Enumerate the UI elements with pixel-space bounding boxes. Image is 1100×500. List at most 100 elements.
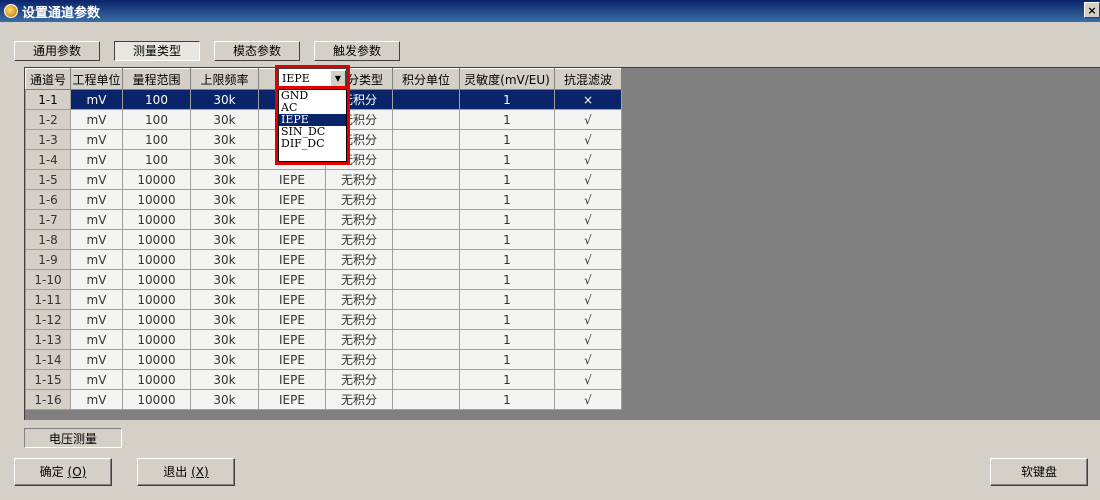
cell-anti-alias[interactable]: √ [554, 149, 622, 170]
cell-integral-type[interactable]: 无积分 [325, 209, 393, 230]
cell-range[interactable]: 10000 [122, 169, 191, 190]
cell-type[interactable]: IEPE [258, 289, 326, 310]
cell-integral-unit[interactable] [392, 189, 460, 210]
col-header-anti-alias[interactable]: 抗混滤波 [554, 68, 622, 90]
cell-sensitivity[interactable]: 1 [459, 389, 555, 410]
cell-range[interactable]: 100 [122, 109, 191, 130]
cell-freq[interactable]: 30k [190, 209, 259, 230]
cell-range[interactable]: 100 [122, 89, 191, 110]
cell-anti-alias[interactable]: √ [554, 209, 622, 230]
cell-anti-alias[interactable]: √ [554, 189, 622, 210]
col-header-sensitivity[interactable]: 灵敏度(mV/EU) [459, 68, 555, 90]
cell-integral-unit[interactable] [392, 129, 460, 150]
cell-sensitivity[interactable]: 1 [459, 209, 555, 230]
cell-integral-unit[interactable] [392, 269, 460, 290]
cell-freq[interactable]: 30k [190, 289, 259, 310]
col-header-range[interactable]: 量程范围 [122, 68, 191, 90]
cell-freq[interactable]: 30k [190, 269, 259, 290]
cell-sensitivity[interactable]: 1 [459, 309, 555, 330]
cell-sensitivity[interactable]: 1 [459, 269, 555, 290]
cell-type[interactable]: IEPE [258, 389, 326, 410]
cell-range[interactable]: 100 [122, 149, 191, 170]
cell-integral-unit[interactable] [392, 109, 460, 130]
cell-anti-alias[interactable]: √ [554, 169, 622, 190]
cell-unit[interactable]: mV [70, 249, 123, 270]
cell-integral-unit[interactable] [392, 89, 460, 110]
cell-anti-alias[interactable]: × [554, 89, 622, 110]
cell-integral-type[interactable]: 无积分 [325, 329, 393, 350]
table-row[interactable]: 1-8 mV 10000 30k IEPE 无积分 1 √ [25, 229, 622, 250]
cell-integral-unit[interactable] [392, 289, 460, 310]
cell-type[interactable]: IEPE [258, 249, 326, 270]
cell-unit[interactable]: mV [70, 369, 123, 390]
cell-freq[interactable]: 30k [190, 229, 259, 250]
col-header-freq[interactable]: 上限频率 [190, 68, 259, 90]
cell-type[interactable]: IEPE [258, 309, 326, 330]
tab-general-params[interactable]: 通用参数 [14, 41, 101, 61]
cell-sensitivity[interactable]: 1 [459, 329, 555, 350]
cell-anti-alias[interactable]: √ [554, 249, 622, 270]
cell-type[interactable]: IEPE [258, 169, 326, 190]
cell-range[interactable]: 10000 [122, 309, 191, 330]
cell-channel[interactable]: 1-2 [25, 109, 71, 130]
cell-range[interactable]: 10000 [122, 289, 191, 310]
cell-sensitivity[interactable]: 1 [459, 149, 555, 170]
table-row[interactable]: 1-7 mV 10000 30k IEPE 无积分 1 √ [25, 209, 622, 230]
cell-unit[interactable]: mV [70, 289, 123, 310]
cell-integral-type[interactable]: 无积分 [325, 369, 393, 390]
cell-integral-type[interactable]: 无积分 [325, 189, 393, 210]
cell-channel[interactable]: 1-14 [25, 349, 71, 370]
cell-unit[interactable]: mV [70, 389, 123, 410]
cell-channel[interactable]: 1-7 [25, 209, 71, 230]
cell-channel[interactable]: 1-6 [25, 189, 71, 210]
cell-freq[interactable]: 30k [190, 369, 259, 390]
cell-channel[interactable]: 1-9 [25, 249, 71, 270]
cell-integral-type[interactable]: 无积分 [325, 229, 393, 250]
cell-range[interactable]: 100 [122, 129, 191, 150]
cell-range[interactable]: 10000 [122, 329, 191, 350]
cell-channel[interactable]: 1-3 [25, 129, 71, 150]
cell-range[interactable]: 10000 [122, 269, 191, 290]
cell-channel[interactable]: 1-5 [25, 169, 71, 190]
table-row[interactable]: 1-15 mV 10000 30k IEPE 无积分 1 √ [25, 369, 622, 390]
cell-sensitivity[interactable]: 1 [459, 289, 555, 310]
cell-unit[interactable]: mV [70, 169, 123, 190]
cell-freq[interactable]: 30k [190, 129, 259, 150]
cell-range[interactable]: 10000 [122, 209, 191, 230]
cell-range[interactable]: 10000 [122, 389, 191, 410]
cell-sensitivity[interactable]: 1 [459, 129, 555, 150]
cell-unit[interactable]: mV [70, 209, 123, 230]
cell-integral-type[interactable]: 无积分 [325, 169, 393, 190]
cell-unit[interactable]: mV [70, 309, 123, 330]
cell-unit[interactable]: mV [70, 229, 123, 250]
table-row[interactable]: 1-10 mV 10000 30k IEPE 无积分 1 √ [25, 269, 622, 290]
cell-integral-unit[interactable] [392, 309, 460, 330]
cell-unit[interactable]: mV [70, 329, 123, 350]
tab-trigger-params[interactable]: 触发参数 [314, 41, 401, 61]
cell-unit[interactable]: mV [70, 109, 123, 130]
table-row[interactable]: 1-16 mV 10000 30k IEPE 无积分 1 √ [25, 389, 622, 410]
cell-unit[interactable]: mV [70, 129, 123, 150]
col-header-channel[interactable]: 通道号 [25, 68, 71, 90]
cell-unit[interactable]: mV [70, 89, 123, 110]
cell-range[interactable]: 10000 [122, 229, 191, 250]
cell-integral-type[interactable]: 无积分 [325, 389, 393, 410]
ok-button[interactable]: 确定 (O) [14, 458, 112, 486]
close-button[interactable]: × [1084, 2, 1100, 18]
cell-freq[interactable]: 30k [190, 189, 259, 210]
table-row[interactable]: 1-12 mV 10000 30k IEPE 无积分 1 √ [25, 309, 622, 330]
cell-channel[interactable]: 1-10 [25, 269, 71, 290]
cell-unit[interactable]: mV [70, 149, 123, 170]
cell-integral-type[interactable]: 无积分 [325, 289, 393, 310]
cell-sensitivity[interactable]: 1 [459, 189, 555, 210]
cell-type[interactable]: IEPE [258, 229, 326, 250]
col-header-unit[interactable]: 工程单位 [70, 68, 123, 90]
cell-sensitivity[interactable]: 1 [459, 109, 555, 130]
cell-freq[interactable]: 30k [190, 169, 259, 190]
cell-freq[interactable]: 30k [190, 109, 259, 130]
table-row[interactable]: 1-5 mV 10000 30k IEPE 无积分 1 √ [25, 169, 622, 190]
cell-integral-unit[interactable] [392, 329, 460, 350]
cell-type[interactable]: IEPE [258, 269, 326, 290]
cell-range[interactable]: 10000 [122, 369, 191, 390]
cell-anti-alias[interactable]: √ [554, 289, 622, 310]
